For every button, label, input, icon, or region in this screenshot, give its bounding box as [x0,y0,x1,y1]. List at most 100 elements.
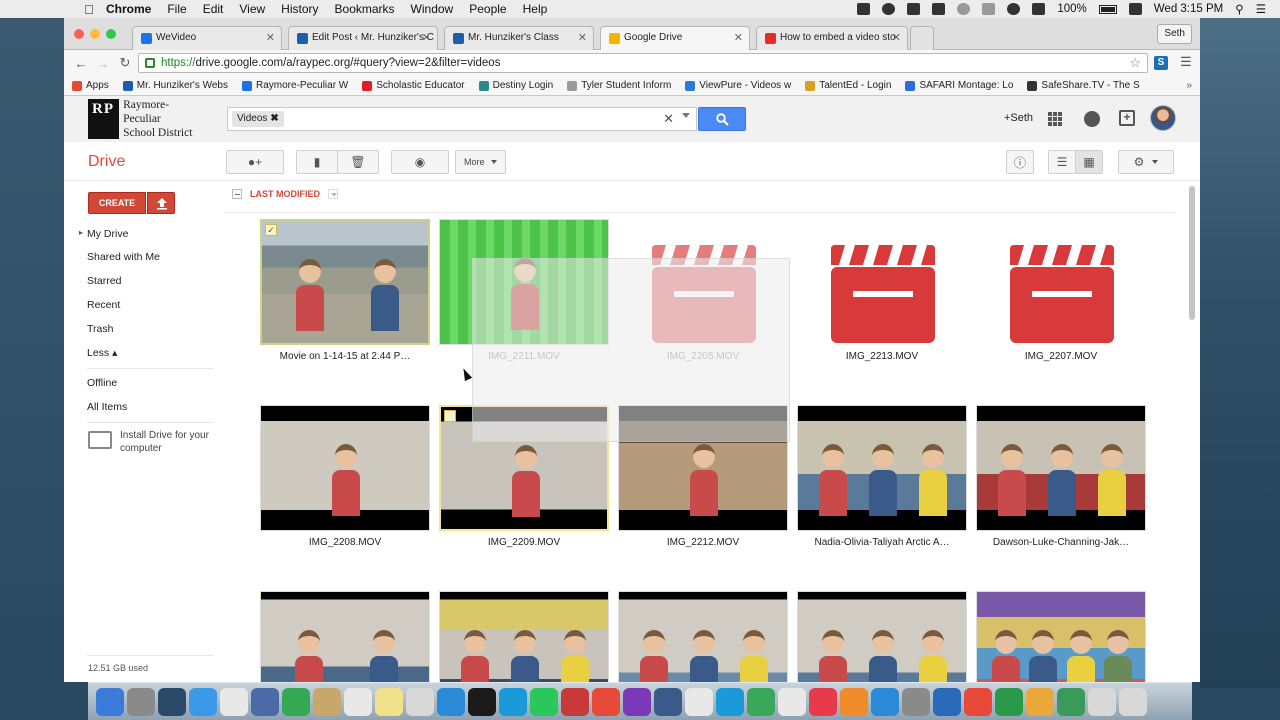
sidebar-item-less[interactable]: Less ▴ [87,347,117,359]
menu-view[interactable]: View [239,2,265,16]
file-name[interactable]: Movie on 1-14-15 at 2.44 P… [260,351,430,362]
tab-google-drive[interactable]: Google Drive ✕ [600,26,750,51]
drive-search-box[interactable]: Videos ✖ ✕ [227,107,697,131]
more-actions-button[interactable]: More [455,150,506,174]
search-filter-chip[interactable]: Videos ✖ [232,111,284,127]
dock-app-icon[interactable] [530,687,558,716]
dock-app-icon[interactable] [840,687,868,716]
file-select-checkbox[interactable] [444,410,456,422]
dock-app-icon[interactable] [933,687,961,716]
dock-app-icon[interactable] [499,687,527,716]
chrome-menu-icon[interactable]: ☰ [1180,54,1192,70]
bookmark-item[interactable]: Tyler Student Inform [567,80,671,91]
dock-app-icon[interactable] [158,687,186,716]
dock-app-icon[interactable] [685,687,713,716]
dock-app-icon[interactable] [592,687,620,716]
bookmark-item[interactable]: Scholastic Educator [362,80,465,91]
shield-icon[interactable] [907,3,921,15]
dock-app-icon[interactable] [437,687,465,716]
menu-bookmarks[interactable]: Bookmarks [335,2,395,16]
file-thumbnail[interactable] [797,219,967,345]
settings-button[interactable]: ⚙ [1118,150,1174,174]
bookmark-item[interactable]: ViewPure - Videos w [685,80,791,91]
dock-app-icon[interactable] [313,687,341,716]
dock-app-icon[interactable] [747,687,775,716]
sidebar-item-offline[interactable]: Offline [87,377,117,389]
list-view-button[interactable]: ☰ [1048,150,1076,174]
dock-app-icon[interactable] [995,687,1023,716]
delete-button[interactable]: 🗑 [337,150,379,174]
file-thumbnail[interactable] [976,591,1146,682]
dock-app-icon[interactable] [1088,687,1116,716]
bookmarks-overflow-button[interactable]: » [1186,80,1192,91]
sidebar-item-recent[interactable]: Recent [87,299,120,311]
dock-app-icon[interactable] [561,687,589,716]
select-all-checkbox[interactable] [232,189,242,199]
file-thumbnail[interactable] [260,405,430,531]
profile-button[interactable]: Seth [1157,24,1192,44]
bookmark-item[interactable]: SafeShare.TV - The S [1027,80,1140,91]
tab-close-icon[interactable]: ✕ [734,31,743,44]
dock-app-icon[interactable] [189,687,217,716]
tab-class[interactable]: Mr. Hunziker's Class ✕ [444,26,594,50]
tab-close-icon[interactable]: ✕ [266,31,275,44]
reload-icon[interactable]: ↻ [114,55,136,71]
menu-people[interactable]: People [469,2,506,16]
menu-help[interactable]: Help [523,2,548,16]
zoom-window-icon[interactable] [106,29,116,39]
dock-app-icon[interactable] [716,687,744,716]
menu-history[interactable]: History [281,2,318,16]
dock-app-icon[interactable] [623,687,651,716]
spotlight-icon[interactable]: ⚲ [1235,2,1243,16]
list-icon[interactable]: ☰ [1256,2,1266,16]
bookmark-item[interactable]: SAFARI Montage: Lo [905,80,1013,91]
dock-app-icon[interactable] [468,687,496,716]
search-button[interactable] [698,107,746,131]
file-thumbnail[interactable] [797,591,967,682]
scrollbar-thumb[interactable] [1189,186,1195,320]
file-thumbnail[interactable] [976,219,1146,345]
flag-icon[interactable] [1128,3,1142,15]
create-button[interactable]: CREATE [88,192,146,214]
file-name[interactable]: Nadia-Olivia-Taliyah Arctic A… [797,537,967,548]
details-button[interactable]: ⓘ [1006,150,1034,174]
file-name[interactable]: IMG_2212.MOV [618,537,788,548]
bluetooth-icon[interactable] [982,3,996,15]
airplay-icon[interactable] [932,3,946,15]
dock-app-icon[interactable] [1119,687,1147,716]
dock-app-icon[interactable] [406,687,434,716]
dock-app-icon[interactable] [344,687,372,716]
menu-window[interactable]: Window [411,2,454,16]
share-person-button[interactable]: ●+ [226,150,284,174]
notifications-bell-icon[interactable] [1084,111,1100,127]
file-name[interactable]: IMG_2213.MOV [797,351,967,362]
bookmark-star-icon[interactable]: ☆ [1129,55,1141,71]
file-thumbnail[interactable]: ✓ [260,219,430,345]
search-options-dropdown-icon[interactable] [682,113,690,118]
tab-wevideo[interactable]: WeVideo ✕ [132,26,282,50]
menu-edit[interactable]: Edit [203,2,224,16]
menu-file[interactable]: File [167,2,186,16]
avatar[interactable] [1150,105,1176,131]
sidebar-item-starred[interactable]: Starred [87,275,121,287]
install-drive-link[interactable]: Install Drive for your computer [88,429,218,455]
bookmark-item[interactable]: Destiny Login [478,80,553,91]
dock-app-icon[interactable] [1057,687,1085,716]
dock-app-icon[interactable] [1026,687,1054,716]
school-logo[interactable]: RP Raymore-Peculiar School District [88,98,204,140]
dock-app-icon[interactable] [809,687,837,716]
file-thumbnail[interactable] [260,591,430,682]
apple-menu-icon[interactable]:  [82,2,96,17]
google-plus-user-link[interactable]: +Seth [1004,112,1033,124]
file-name[interactable]: IMG_2209.MOV [439,537,609,548]
record-icon[interactable] [882,3,896,15]
dock-app-icon[interactable] [96,687,124,716]
file-thumbnail[interactable] [618,591,788,682]
bookmark-item[interactable]: TalentEd - Login [805,80,891,91]
file-thumbnail[interactable] [976,405,1146,531]
dock-app-icon[interactable] [902,687,930,716]
dropbox-icon[interactable] [857,3,871,15]
tab-close-icon[interactable]: ✕ [422,31,431,44]
tab-close-icon[interactable]: ✕ [892,31,901,44]
clear-search-icon[interactable]: ✕ [663,111,674,127]
